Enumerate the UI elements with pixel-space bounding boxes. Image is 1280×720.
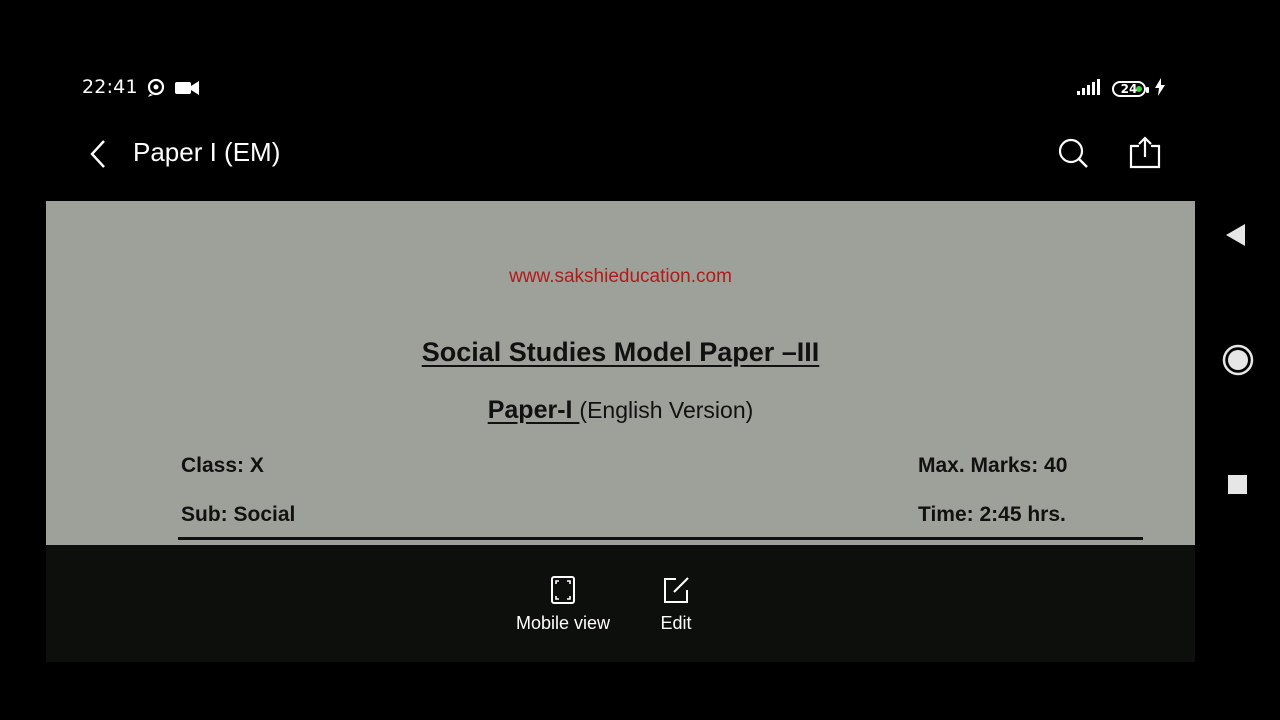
class-line: Class: X xyxy=(181,454,264,477)
edit-button[interactable]: Edit xyxy=(641,575,711,634)
time-line: Time: 2:45 hrs. xyxy=(918,503,1066,526)
edit-icon xyxy=(664,577,689,603)
header-divider xyxy=(178,537,1143,540)
nav-back-button[interactable] xyxy=(1224,222,1248,248)
charging-bolt-icon xyxy=(1154,78,1166,100)
phone-screen: 22:41 24 Paper I (EM) www.sakshieducatio… xyxy=(0,0,1280,720)
paper-label: Paper-I xyxy=(487,396,580,424)
document-url: www.sakshieducation.com xyxy=(509,266,732,287)
status-time: 22:41 xyxy=(82,76,138,98)
paper-version: (English Version) xyxy=(579,397,754,423)
chat-notification-icon xyxy=(146,78,166,102)
battery-level: 24 xyxy=(1120,82,1138,96)
nav-home-icon xyxy=(1222,344,1254,376)
status-left-icons xyxy=(146,78,200,102)
nav-back-icon xyxy=(1226,224,1245,246)
bottom-toolbar: Mobile view Edit xyxy=(46,545,1195,662)
nav-home-button[interactable] xyxy=(1222,344,1254,376)
mobile-view-label: Mobile view xyxy=(515,613,611,633)
nav-recents-icon[interactable] xyxy=(1228,475,1247,494)
battery-icon: 24 xyxy=(1112,81,1149,97)
search-icon xyxy=(1058,138,1088,168)
share-button[interactable] xyxy=(1127,135,1163,171)
document-page[interactable]: www.sakshieducation.com Social Studies M… xyxy=(46,201,1195,545)
mobile-view-icon xyxy=(551,576,575,604)
marks-line: Max. Marks: 40 xyxy=(918,454,1068,477)
document-paper-line: Paper-I (English Version) xyxy=(46,396,1195,425)
status-right-icons: 24 xyxy=(1076,78,1166,100)
share-icon xyxy=(1129,136,1161,169)
chevron-left-icon xyxy=(90,140,105,168)
signal-icon xyxy=(1076,78,1104,100)
search-button[interactable] xyxy=(1055,135,1091,171)
document-title-text: Social Studies Model Paper –III xyxy=(421,337,820,367)
mobile-view-button[interactable]: Mobile view xyxy=(508,575,618,634)
page-title: Paper I (EM) xyxy=(133,137,281,167)
battery-cap xyxy=(1146,87,1149,93)
back-button[interactable] xyxy=(84,136,114,172)
edit-label: Edit xyxy=(660,613,692,633)
video-camera-icon xyxy=(174,79,200,101)
subject-line: Sub: Social xyxy=(181,503,296,526)
document-title: Social Studies Model Paper –III xyxy=(46,337,1195,368)
